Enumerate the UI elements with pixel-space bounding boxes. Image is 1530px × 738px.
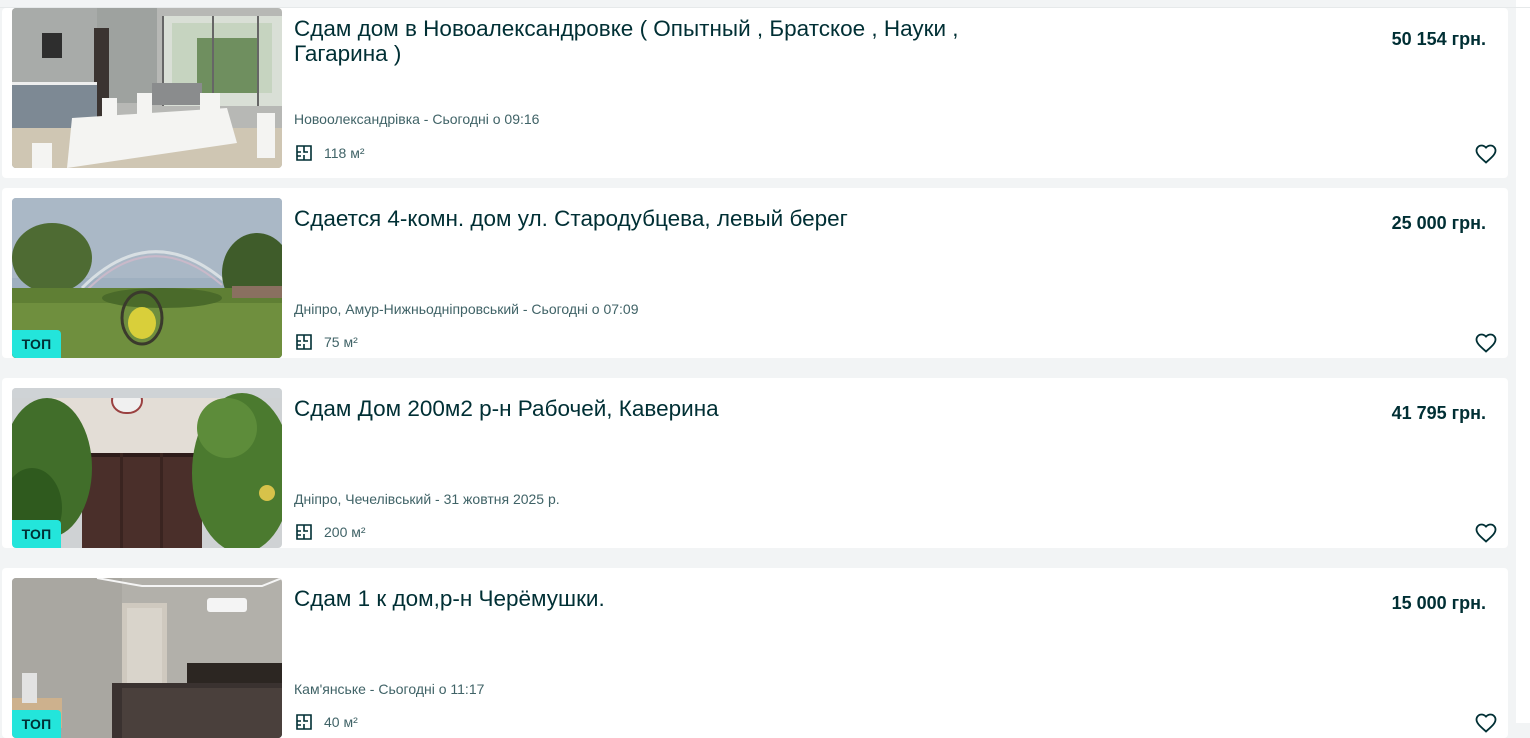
- listing-location-date: Новоолександрівка - Сьогодні о 09:16: [294, 111, 540, 127]
- listing-title[interactable]: Сдам 1 к дом,р-н Черёмушки.: [294, 586, 1054, 611]
- listing-card[interactable]: ТОП Сдается 4-комн. дом ул. Стародубцева…: [2, 188, 1508, 358]
- add-to-favorites-button[interactable]: [1474, 331, 1498, 355]
- heart-outline-icon: [1475, 713, 1497, 733]
- listing-title[interactable]: Сдам дом в Новоалександровке ( Опытный ,…: [294, 16, 1054, 66]
- listing-area-value: 75 м²: [324, 334, 358, 350]
- area-plan-icon: [294, 143, 314, 163]
- listing-photo[interactable]: [12, 8, 282, 168]
- listing-photo[interactable]: ТОП: [12, 198, 282, 358]
- listing-card[interactable]: Сдам дом в Новоалександровке ( Опытный ,…: [2, 8, 1508, 178]
- listing-location-date: Дніпро, Амур-Нижньодніпровський - Сьогод…: [294, 301, 639, 317]
- area-plan-icon: [294, 332, 314, 352]
- top-badge: ТОП: [12, 520, 61, 548]
- listing-area-value: 200 м²: [324, 524, 366, 540]
- listing-card[interactable]: ТОП Сдам 1 к дом,р-н Черёмушки. 15 000 г…: [2, 568, 1508, 738]
- heart-outline-icon: [1475, 523, 1497, 543]
- listing-area: 75 м²: [294, 332, 358, 352]
- listing-area-value: 118 м²: [324, 145, 365, 161]
- top-badge: ТОП: [12, 710, 61, 738]
- add-to-favorites-button[interactable]: [1474, 711, 1498, 735]
- listing-price: 15 000 грн.: [1391, 593, 1486, 613]
- heart-outline-icon: [1475, 333, 1497, 353]
- listing-area: 40 м²: [294, 712, 358, 732]
- listing-photo[interactable]: ТОП: [12, 578, 282, 738]
- listing-location-date: Дніпро, Чечелівський - 31 жовтня 2025 р.: [294, 491, 560, 507]
- listing-price: 41 795 грн.: [1391, 403, 1486, 423]
- heart-outline-icon: [1475, 144, 1497, 164]
- listing-price: 50 154 грн.: [1391, 29, 1486, 49]
- listing-title[interactable]: Сдается 4-комн. дом ул. Стародубцева, ле…: [294, 206, 1054, 231]
- add-to-favorites-button[interactable]: [1474, 142, 1498, 166]
- listing-photo[interactable]: ТОП: [12, 388, 282, 548]
- top-badge: ТОП: [12, 330, 61, 358]
- listing-card[interactable]: ТОП Сдам Дом 200м2 р-н Рабочей, Каверина…: [2, 378, 1508, 548]
- listing-list: Сдам дом в Новоалександровке ( Опытный ,…: [0, 0, 1530, 738]
- add-to-favorites-button[interactable]: [1474, 521, 1498, 545]
- listing-location-date: Кам'янське - Сьогодні о 11:17: [294, 681, 485, 697]
- area-plan-icon: [294, 712, 314, 732]
- listing-area-value: 40 м²: [324, 714, 358, 730]
- listing-area: 118 м²: [294, 143, 365, 163]
- listing-price: 25 000 грн.: [1391, 213, 1486, 233]
- area-plan-icon: [294, 522, 314, 542]
- listing-title[interactable]: Сдам Дом 200м2 р-н Рабочей, Каверина: [294, 396, 1054, 421]
- listing-area: 200 м²: [294, 522, 366, 542]
